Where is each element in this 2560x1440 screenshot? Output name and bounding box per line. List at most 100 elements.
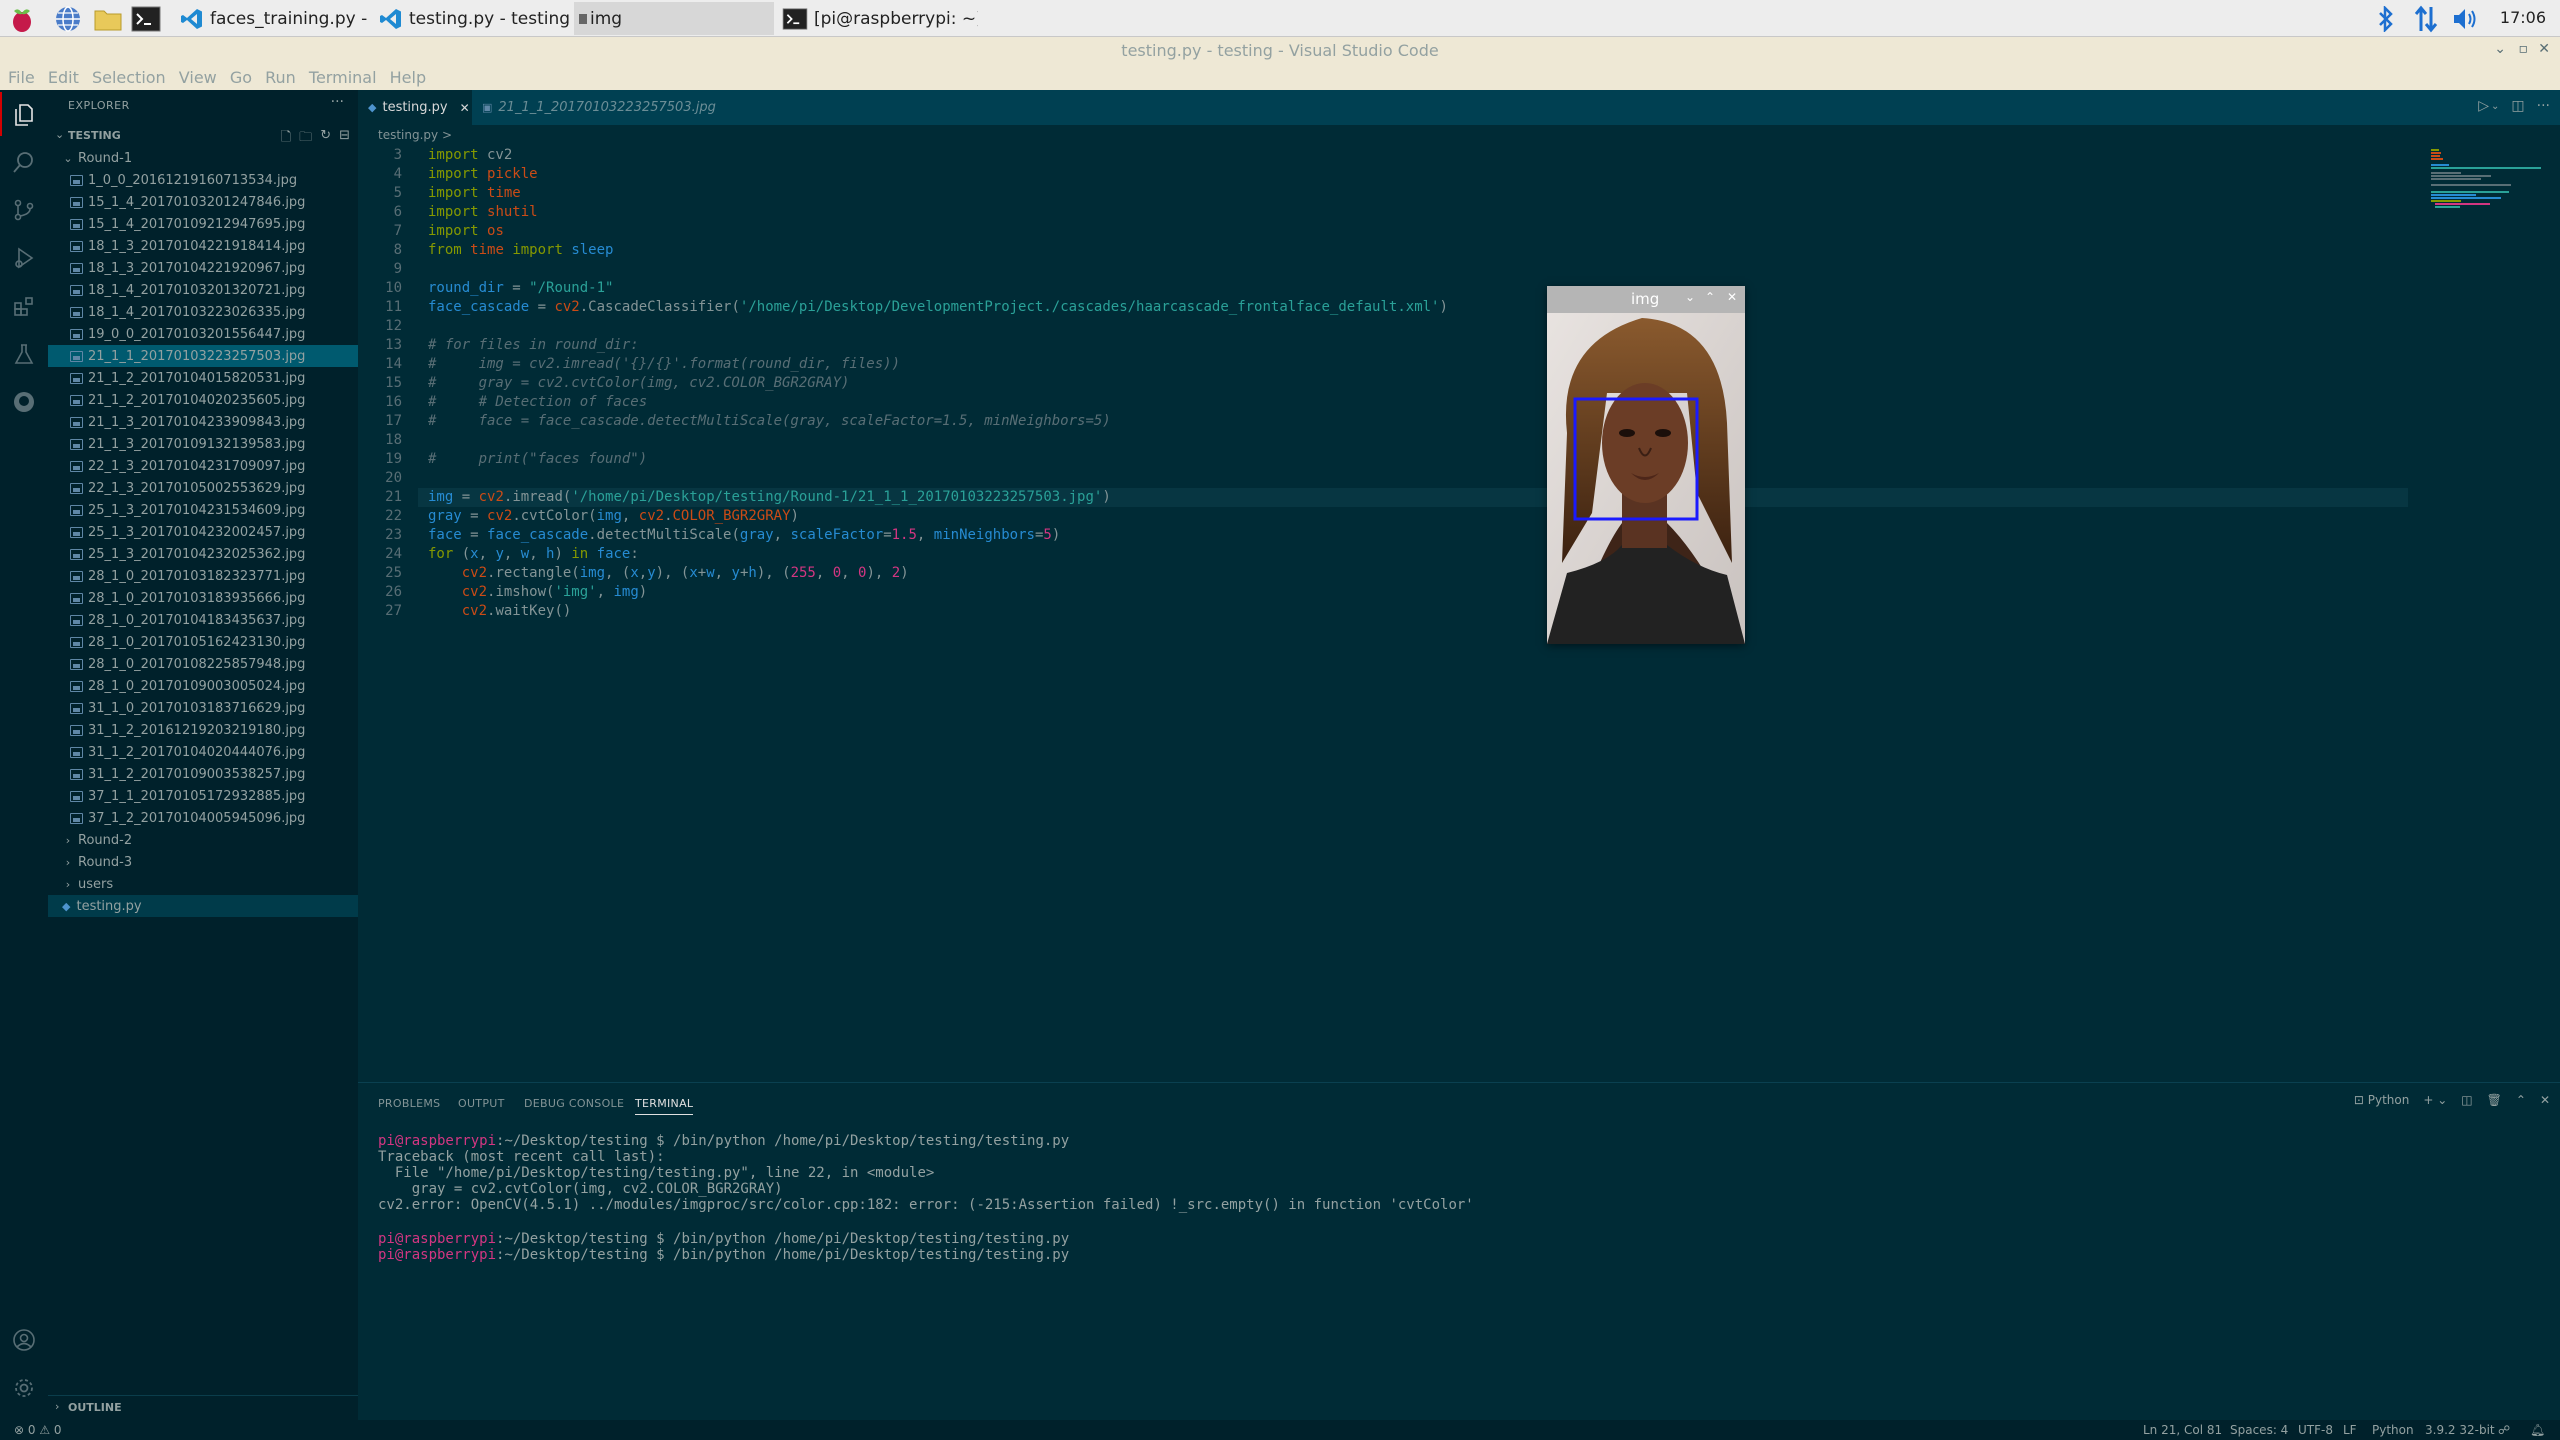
tree-file-item[interactable]: 21_1_2_20170104015820531.jpg xyxy=(48,367,358,389)
tree-folder-item[interactable]: › Round-3 xyxy=(48,851,358,873)
tree-file-item[interactable]: 18_1_3_20170104221920967.jpg xyxy=(48,257,358,279)
source-control-icon[interactable] xyxy=(8,194,40,226)
tree-file-item[interactable]: 21_1_1_20170103223257503.jpg xyxy=(48,345,358,367)
search-icon[interactable] xyxy=(8,146,40,178)
cursor-position[interactable]: Ln 21, Col 81 xyxy=(2143,1423,2222,1437)
tree-file-item[interactable]: 18_1_4_20170103223026335.jpg xyxy=(48,301,358,323)
tree-file-item[interactable]: 28_1_0_20170104183435637.jpg xyxy=(48,609,358,631)
account-icon[interactable] xyxy=(8,1324,40,1356)
code-editor[interactable]: 3 4 5 6 7 8 9 10 11 12 13 14 15 16 17 18 19 20 21 22 23 24 25 2… xyxy=(358,147,2560,1082)
menu-go[interactable]: Go xyxy=(230,68,252,87)
tree-file-item[interactable]: 31_1_2_20170109003538257.jpg xyxy=(48,763,358,785)
tree-folder-item[interactable]: › users xyxy=(48,873,358,895)
menu-file[interactable]: File xyxy=(8,68,35,87)
browser-icon[interactable] xyxy=(52,3,84,35)
close-icon[interactable]: ✕ xyxy=(1727,290,1737,304)
run-debug-icon[interactable] xyxy=(8,242,40,274)
tree-file-item[interactable]: 25_1_3_20170104231534609.jpg xyxy=(48,499,358,521)
tree-folder-round-1[interactable]: ⌄ Round-1 xyxy=(48,147,358,169)
menu-help[interactable]: Help xyxy=(390,68,426,87)
new-terminal-icon[interactable]: + ⌄ xyxy=(2423,1093,2447,1107)
tab-debug-console[interactable]: DEBUG CONSOLE xyxy=(524,1097,624,1110)
tree-file-item[interactable]: 21_1_3_20170109132139583.jpg xyxy=(48,433,358,455)
tree-file-item[interactable]: 21_1_3_20170104233909843.jpg xyxy=(48,411,358,433)
end-of-line[interactable]: LF xyxy=(2343,1423,2357,1437)
language-mode[interactable]: Python xyxy=(2372,1423,2414,1437)
breadcrumb-file[interactable]: testing.py > xyxy=(378,128,452,142)
trash-icon[interactable]: 🗑 xyxy=(2487,1093,2502,1107)
minimize-icon[interactable]: ⌄ xyxy=(2494,41,2506,57)
python-interpreter[interactable]: 3.9.2 32-bit xyxy=(2425,1423,2495,1437)
tree-file-item[interactable]: 22_1_3_20170104231709097.jpg xyxy=(48,455,358,477)
bluetooth-icon[interactable] xyxy=(2370,3,2402,35)
task-img-window[interactable]: img xyxy=(574,2,774,35)
tree-file-item[interactable]: 31_1_2_20170104020444076.jpg xyxy=(48,741,358,763)
chevron-down-icon[interactable]: ⌄ xyxy=(2491,101,2499,114)
menu-edit[interactable]: Edit xyxy=(48,68,79,87)
notifications-bell-icon[interactable]: 🔔︎ xyxy=(2530,1423,2545,1437)
opencv-img-window[interactable]: img ⌄ ⌃ ✕ xyxy=(1547,286,1745,644)
run-file-icon[interactable]: ▷ xyxy=(2478,98,2489,114)
raspberry-menu-icon[interactable] xyxy=(6,3,38,35)
volume-icon[interactable] xyxy=(2450,3,2482,35)
testing-flask-icon[interactable] xyxy=(8,338,40,370)
more-actions-icon[interactable]: ··· xyxy=(331,94,344,110)
more-actions-icon[interactable]: ··· xyxy=(2537,98,2550,114)
tree-file-item[interactable]: 28_1_0_20170108225857948.jpg xyxy=(48,653,358,675)
maximize-icon[interactable]: ▫ xyxy=(2519,41,2529,57)
split-terminal-icon[interactable]: ◫ xyxy=(2461,1093,2472,1107)
tab-output[interactable]: OUTPUT xyxy=(458,1097,505,1110)
tree-file-item[interactable]: 18_1_4_20170103201320721.jpg xyxy=(48,279,358,301)
close-panel-icon[interactable]: ✕ xyxy=(2540,1093,2550,1107)
explorer-icon[interactable] xyxy=(0,92,40,136)
task-vscode-testing[interactable]: testing.py - testing - ... xyxy=(375,2,571,35)
feedback-icon[interactable]: ☍ xyxy=(2498,1423,2510,1437)
workspace-section-header[interactable]: ⌄ TESTING 🗋 🗀 ↻ ⊟ xyxy=(48,126,358,146)
tree-file-item[interactable]: 31_1_2_20161219203219180.jpg xyxy=(48,719,358,741)
img-window-titlebar[interactable]: img ⌄ ⌃ ✕ xyxy=(1547,286,1745,313)
tree-file-item[interactable]: 28_1_0_20170109003005024.jpg xyxy=(48,675,358,697)
tree-file-item[interactable]: 28_1_0_20170103182323771.jpg xyxy=(48,565,358,587)
terminal-icon[interactable] xyxy=(130,3,162,35)
clock[interactable]: 17:06 xyxy=(2500,8,2546,27)
task-vscode-faces-training[interactable]: faces_training.py - D... xyxy=(176,2,372,35)
tree-file-item[interactable]: 15_1_4_20170109212947695.jpg xyxy=(48,213,358,235)
tree-file-item[interactable]: 21_1_2_20170104020235605.jpg xyxy=(48,389,358,411)
file-manager-icon[interactable] xyxy=(92,3,124,35)
maximize-panel-icon[interactable]: ⌃ xyxy=(2516,1093,2526,1107)
menu-run[interactable]: Run xyxy=(265,68,296,87)
menu-view[interactable]: View xyxy=(179,68,217,87)
tree-file-item[interactable]: 15_1_4_20170103201247846.jpg xyxy=(48,191,358,213)
tree-file-testing-py[interactable]: ◆ testing.py xyxy=(48,895,358,917)
minimap[interactable] xyxy=(2431,147,2551,227)
tab-image-file[interactable]: ▣ 21_1_1_20170103223257503.jpg xyxy=(472,90,716,125)
tree-file-item[interactable]: 19_0_0_20170103201556447.jpg xyxy=(48,323,358,345)
indentation[interactable]: Spaces: 4 xyxy=(2230,1423,2288,1437)
tree-file-item[interactable]: 28_1_0_20170105162423130.jpg xyxy=(48,631,358,653)
minimize-icon[interactable]: ⌄ xyxy=(1685,290,1695,304)
network-icon[interactable] xyxy=(2410,3,2442,35)
github-icon[interactable] xyxy=(8,386,40,418)
tab-terminal[interactable]: TERMINAL xyxy=(635,1097,694,1115)
problems-count[interactable]: ⊗ 0 ⚠ 0 xyxy=(14,1423,62,1437)
close-icon[interactable]: ✕ xyxy=(2538,41,2550,57)
task-terminal[interactable]: [pi@raspberrypi: ~] xyxy=(778,2,978,35)
close-tab-icon[interactable]: ✕ xyxy=(460,101,470,115)
tree-file-item[interactable]: 31_1_0_20170103183716629.jpg xyxy=(48,697,358,719)
tree-file-item[interactable]: 28_1_0_20170103183935666.jpg xyxy=(48,587,358,609)
tree-folder-item[interactable]: › Round-2 xyxy=(48,829,358,851)
split-editor-icon[interactable]: ◫ xyxy=(2511,98,2524,114)
tree-file-item[interactable]: 37_1_1_20170105172932885.jpg xyxy=(48,785,358,807)
tree-file-item[interactable]: 25_1_3_20170104232002457.jpg xyxy=(48,521,358,543)
terminal-shell-selector[interactable]: ⊡ Python xyxy=(2354,1093,2410,1107)
tree-file-item[interactable]: 22_1_3_20170105002553629.jpg xyxy=(48,477,358,499)
maximize-icon[interactable]: ⌃ xyxy=(1705,290,1715,304)
settings-gear-icon[interactable] xyxy=(8,1372,40,1404)
tab-problems[interactable]: PROBLEMS xyxy=(378,1097,440,1110)
tree-file-item[interactable]: 18_1_3_20170104221918414.jpg xyxy=(48,235,358,257)
tree-file-item[interactable]: 37_1_2_20170104005945096.jpg xyxy=(48,807,358,829)
extensions-icon[interactable] xyxy=(8,290,40,322)
tab-testing-py[interactable]: ◆ testing.py ✕ xyxy=(358,90,472,125)
menu-selection[interactable]: Selection xyxy=(92,68,166,87)
encoding[interactable]: UTF-8 xyxy=(2298,1423,2333,1437)
